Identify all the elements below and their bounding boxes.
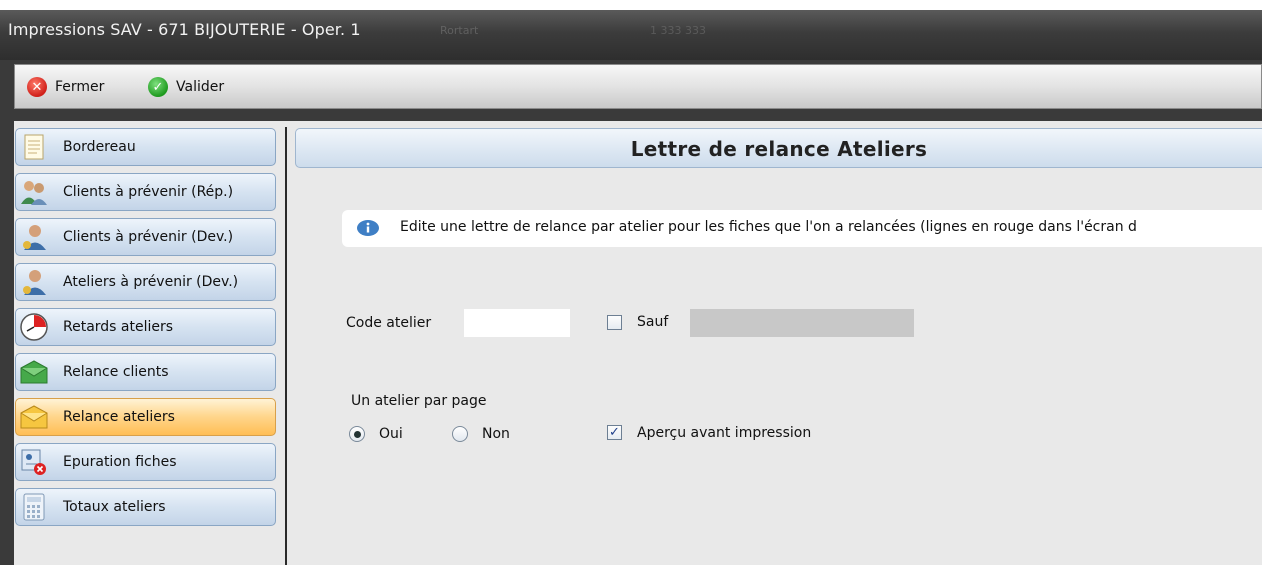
sidebar-item-totaux[interactable]: Totaux ateliers [15,488,276,526]
sidebar-item-label: Relance ateliers [63,409,175,425]
close-button[interactable]: ✕ Fermer [27,76,104,98]
non-label: Non [482,426,510,442]
preview-label: Aperçu avant impression [637,425,812,441]
section-header: Lettre de relance Ateliers [295,128,1262,168]
code-atelier-label: Code atelier [346,315,432,331]
sidebar-item-label: Epuration fiches [63,454,177,470]
sidebar-item-clients-dev[interactable]: Clients à prévenir (Dev.) [15,218,276,256]
sidebar-item-clients-rep[interactable]: Clients à prévenir (Rép.) [15,173,276,211]
sidebar-item-label: Ateliers à prévenir (Dev.) [63,274,239,290]
oui-label: Oui [379,426,403,442]
validate-button[interactable]: ✓ Valider [148,76,224,98]
title-bar: Impressions SAV - 671 BIJOUTERIE - Oper.… [0,10,1262,60]
top-margin [0,0,1262,10]
check-icon: ✓ [148,77,168,97]
info-banner: Edite une lettre de relance par atelier … [342,210,1262,247]
per-page-label: Un atelier par page [351,393,487,409]
radio-selected-dot [353,430,361,438]
close-button-label: Fermer [55,79,105,95]
sidebar-item-bordereau[interactable]: Bordereau [15,128,276,166]
background-ghost-text-2: 1 333 333 [650,24,706,37]
sauf-label: Sauf [637,314,669,330]
delete-card-icon [19,447,49,477]
oui-radio[interactable] [349,426,365,442]
sauf-checkbox[interactable] [607,315,622,330]
users-icon [19,177,49,207]
window-title: Impressions SAV - 671 BIJOUTERIE - Oper.… [8,20,361,39]
sidebar-item-relance-clients[interactable]: Relance clients [15,353,276,391]
sidebar-item-retards[interactable]: Retards ateliers [15,308,276,346]
sidebar-item-epuration[interactable]: Epuration fiches [15,443,276,481]
envelope-yellow-icon [19,402,49,432]
document-icon [19,132,49,162]
user-icon [19,222,49,252]
page-title: Lettre de relance Ateliers [630,137,928,161]
validate-button-label: Valider [176,79,225,95]
sidebar-item-relance-ateliers[interactable]: Relance ateliers [15,398,276,436]
sidebar-item-label: Clients à prévenir (Dev.) [63,229,234,245]
sauf-input [690,309,914,337]
preview-checkbox[interactable]: ✓ [607,425,622,440]
user-icon [19,267,49,297]
background-ghost-text: Rortart [440,24,479,37]
close-icon: ✕ [27,77,47,97]
sidebar-item-label: Bordereau [63,139,136,155]
sidebar-item-label: Relance clients [63,364,169,380]
envelope-green-icon [19,357,49,387]
toolbar: ✕ Fermer ✓ Valider [14,64,1262,109]
app-window: Impressions SAV - 671 BIJOUTERIE - Oper.… [0,0,1262,565]
calculator-icon [19,492,49,522]
sidebar-item-ateliers-dev[interactable]: Ateliers à prévenir (Dev.) [15,263,276,301]
info-icon [356,219,380,237]
code-atelier-input[interactable] [464,309,570,337]
sidebar-item-label: Totaux ateliers [63,499,166,515]
clock-icon [19,312,49,342]
sidebar-item-label: Retards ateliers [63,319,174,335]
sidebar-divider [285,127,287,565]
sidebar-item-label: Clients à prévenir (Rép.) [63,184,234,200]
non-radio[interactable] [452,426,468,442]
info-text: Edite une lettre de relance par atelier … [400,219,1137,235]
